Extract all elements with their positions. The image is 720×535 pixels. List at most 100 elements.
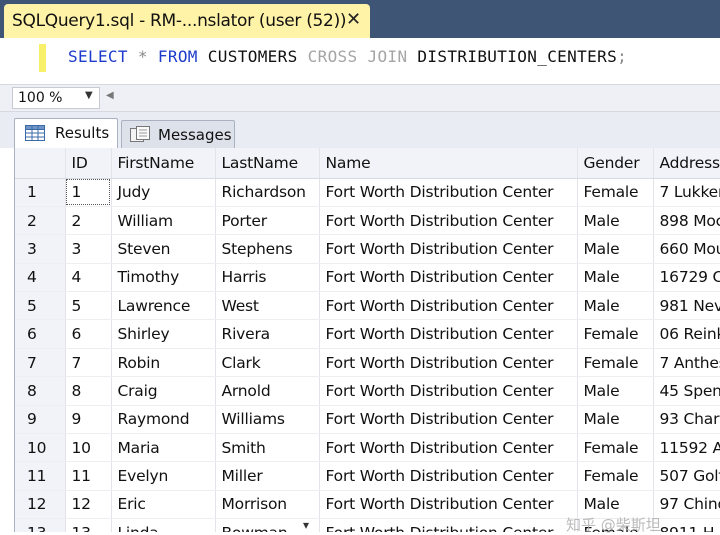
close-icon[interactable]: ✕: [346, 10, 361, 30]
cell-name[interactable]: Fort Worth Distribution Center: [319, 263, 578, 293]
cell-address[interactable]: 11592 A: [653, 433, 720, 463]
cell-lastname[interactable]: Porter: [215, 206, 320, 236]
cell-gender[interactable]: Male: [577, 206, 654, 236]
results-grid[interactable]: ID FirstName LastName Name Gender Addres…: [14, 148, 720, 532]
cell-firstname[interactable]: Timothy: [111, 263, 216, 293]
row-number[interactable]: 8: [15, 376, 66, 406]
cell-address[interactable]: 898 Moc: [653, 206, 720, 236]
cell-name[interactable]: Fort Worth Distribution Center: [319, 206, 578, 236]
cell-id[interactable]: 7: [65, 348, 112, 378]
cell-address[interactable]: 660 Mou: [653, 234, 720, 264]
cell-id[interactable]: 5: [65, 291, 112, 321]
row-number[interactable]: 7: [15, 348, 66, 378]
cell-id[interactable]: 3: [65, 234, 112, 264]
table-row[interactable]: 11 11 Evelyn Miller Fort Worth Distribution …: [15, 461, 720, 491]
cell-name[interactable]: Fort Worth Distribution Center: [319, 518, 578, 532]
column-header-name[interactable]: Name: [319, 148, 578, 179]
cell-address[interactable]: 06 Reink: [653, 319, 720, 349]
cell-address[interactable]: 507 Golf: [653, 461, 720, 491]
cell-lastname[interactable]: Stephens: [215, 234, 320, 264]
cell-gender[interactable]: Female: [577, 319, 654, 349]
cell-id[interactable]: 8: [65, 376, 112, 406]
cell-address[interactable]: 45 Spen: [653, 376, 720, 406]
column-header-id[interactable]: ID: [65, 148, 112, 179]
cell-id[interactable]: 12: [65, 490, 112, 520]
cell-address[interactable]: 8911 H: [653, 518, 720, 532]
cell-gender[interactable]: Female: [577, 461, 654, 491]
cell-id[interactable]: 1: [65, 178, 112, 207]
row-number[interactable]: 9: [15, 405, 66, 435]
cell-name[interactable]: Fort Worth Distribution Center: [319, 291, 578, 321]
cell-lastname[interactable]: Clark: [215, 348, 320, 378]
cell-firstname[interactable]: Raymond: [111, 405, 216, 435]
row-number[interactable]: 5: [15, 291, 66, 321]
table-row[interactable]: 7 7 Robin Clark Fort Worth Distribution Cent…: [15, 348, 720, 378]
cell-lastname[interactable]: Richardson: [215, 178, 320, 207]
tab-messages[interactable]: Messages: [121, 120, 235, 148]
cell-lastname[interactable]: Smith: [215, 433, 320, 463]
cell-id[interactable]: 11: [65, 461, 112, 491]
cell-gender[interactable]: Male: [577, 405, 654, 435]
cell-name[interactable]: Fort Worth Distribution Center: [319, 490, 578, 520]
cell-address[interactable]: 16729 C: [653, 263, 720, 293]
cell-gender[interactable]: Male: [577, 376, 654, 406]
cell-address[interactable]: 7 Anthes: [653, 348, 720, 378]
table-row[interactable]: 4 4 Timothy Harris Fort Worth Distribution C…: [15, 263, 720, 293]
cell-lastname[interactable]: Morrison: [215, 490, 320, 520]
row-number[interactable]: 11: [15, 461, 66, 491]
tab-results[interactable]: Results: [14, 118, 118, 148]
row-number[interactable]: 4: [15, 263, 66, 293]
cell-name[interactable]: Fort Worth Distribution Center: [319, 461, 578, 491]
cell-name[interactable]: Fort Worth Distribution Center: [319, 405, 578, 435]
table-row[interactable]: 2 2 William Porter Fort Worth Distribution C…: [15, 206, 720, 236]
cell-name[interactable]: Fort Worth Distribution Center: [319, 234, 578, 264]
row-number[interactable]: 6: [15, 319, 66, 349]
cell-name[interactable]: Fort Worth Distribution Center: [319, 319, 578, 349]
table-row[interactable]: 3 3 Steven Stephens Fort Worth Distribution …: [15, 234, 720, 264]
cell-gender[interactable]: Female: [577, 433, 654, 463]
cell-lastname[interactable]: Arnold: [215, 376, 320, 406]
cell-firstname[interactable]: Evelyn: [111, 461, 216, 491]
table-row[interactable]: 5 5 Lawrence West Fort Worth Distribution Ce…: [15, 291, 720, 321]
column-header-lastname[interactable]: LastName: [215, 148, 320, 179]
cell-id[interactable]: 10: [65, 433, 112, 463]
cell-gender[interactable]: Female: [577, 348, 654, 378]
cell-firstname[interactable]: Shirley: [111, 319, 216, 349]
table-row[interactable]: 9 9 Raymond Williams Fort Worth Distribution…: [15, 405, 720, 435]
scroll-left-icon[interactable]: ◀: [106, 90, 114, 101]
cell-lastname[interactable]: Williams: [215, 405, 320, 435]
cell-address[interactable]: 93 Chari: [653, 405, 720, 435]
cell-name[interactable]: Fort Worth Distribution Center: [319, 433, 578, 463]
cell-name[interactable]: Fort Worth Distribution Center: [319, 348, 578, 378]
cell-firstname[interactable]: Eric: [111, 490, 216, 520]
cell-id[interactable]: 4: [65, 263, 112, 293]
cell-name[interactable]: Fort Worth Distribution Center: [319, 178, 578, 207]
cell-firstname[interactable]: Judy: [111, 178, 216, 207]
chevron-down-icon[interactable]: ▼: [85, 90, 93, 101]
cell-lastname[interactable]: West: [215, 291, 320, 321]
cell-firstname[interactable]: Steven: [111, 234, 216, 264]
cell-firstname[interactable]: Linda: [111, 518, 216, 532]
cell-address[interactable]: 981 Nev: [653, 291, 720, 321]
sql-code-line[interactable]: SELECT * FROM CUSTOMERS CROSS JOIN DISTR…: [68, 47, 627, 66]
cell-gender[interactable]: Male: [577, 234, 654, 264]
column-header-firstname[interactable]: FirstName: [111, 148, 216, 179]
row-number[interactable]: 13: [15, 518, 66, 532]
cell-firstname[interactable]: Maria: [111, 433, 216, 463]
column-header-address[interactable]: Address: [653, 148, 720, 179]
query-editor[interactable]: SELECT * FROM CUSTOMERS CROSS JOIN DISTR…: [0, 38, 720, 85]
table-row[interactable]: 1 1 Judy Richardson Fort Worth Distribution …: [15, 178, 720, 207]
cell-firstname[interactable]: William: [111, 206, 216, 236]
cell-id[interactable]: 2: [65, 206, 112, 236]
cell-lastname[interactable]: Miller: [215, 461, 320, 491]
table-row[interactable]: 8 8 Craig Arnold Fort Worth Distribution Cen…: [15, 376, 720, 406]
table-row[interactable]: 10 10 Maria Smith Fort Worth Distribution Ce…: [15, 433, 720, 463]
row-number[interactable]: 3: [15, 234, 66, 264]
cell-address[interactable]: 7 Lukker: [653, 178, 720, 207]
column-header-gender[interactable]: Gender: [577, 148, 654, 179]
corner-header[interactable]: [15, 148, 66, 179]
cell-gender[interactable]: Female: [577, 178, 654, 207]
cell-firstname[interactable]: Lawrence: [111, 291, 216, 321]
cell-firstname[interactable]: Craig: [111, 376, 216, 406]
zoom-dropdown[interactable]: 100 % ▼: [12, 87, 100, 109]
